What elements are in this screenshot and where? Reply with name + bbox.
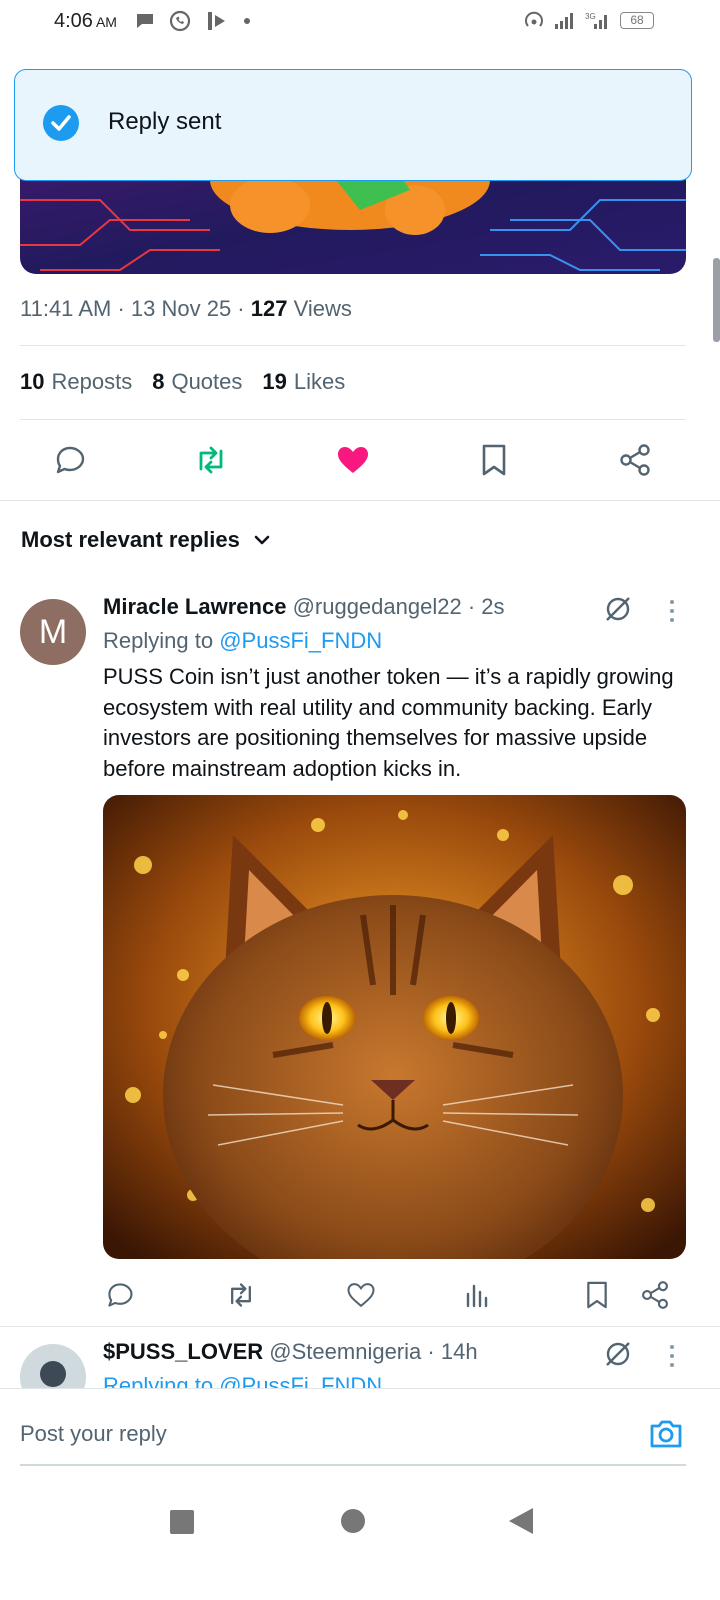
grok-icon[interactable]	[603, 594, 633, 624]
reply-time: 14h	[440, 1339, 478, 1364]
more-options-icon[interactable]	[662, 1342, 682, 1370]
reply-like-button[interactable]	[344, 1278, 378, 1312]
reply-bookmark-button[interactable]	[580, 1278, 614, 1312]
grok-icon[interactable]	[603, 1339, 633, 1369]
hotspot-icon	[525, 11, 543, 27]
chat-notification-icon	[137, 14, 153, 28]
divider	[20, 345, 686, 346]
repost-icon	[231, 1283, 251, 1307]
reply-sent-toast: Reply sent	[14, 69, 692, 181]
reply-views-button[interactable]	[461, 1278, 495, 1312]
views-count: 127	[250, 296, 288, 321]
status-bar: 4:06 AM 3G 68	[0, 0, 720, 44]
input-underline	[20, 1464, 686, 1466]
replies-sort-dropdown[interactable]: Most relevant replies	[21, 527, 272, 553]
reply-button[interactable]	[50, 440, 90, 480]
reply-share-button[interactable]	[638, 1278, 672, 1312]
divider	[0, 1326, 720, 1327]
whatsapp-icon	[169, 10, 191, 32]
reposts-count[interactable]: 10 Reposts	[20, 369, 132, 395]
more-options-icon[interactable]	[662, 597, 682, 625]
divider	[0, 500, 720, 501]
like-button[interactable]	[333, 440, 373, 480]
back-button[interactable]	[507, 1506, 535, 1536]
signal-3g-icon: 3G	[585, 12, 607, 29]
signal-icon	[555, 13, 573, 29]
reply-text: PUSS Coin isn’t just another token — it’…	[103, 664, 674, 781]
share-button[interactable]	[615, 440, 655, 480]
reply-media-image[interactable]	[103, 795, 686, 1259]
like-icon	[338, 447, 368, 473]
divider	[20, 419, 686, 420]
reply-header: Miracle Lawrence @ruggedangel22 · 2s	[103, 594, 505, 619]
likes-count[interactable]: 19 Likes	[262, 369, 345, 395]
system-nav-bar	[0, 1480, 720, 1600]
like-icon	[347, 1283, 375, 1308]
chevron-down-icon	[254, 535, 270, 545]
reply-author-name[interactable]: $PUSS_LOVER	[103, 1339, 263, 1364]
reply-author-handle[interactable]: @Steemnigeria	[269, 1339, 421, 1364]
reply-input[interactable]: Post your reply	[20, 1421, 167, 1447]
views-icon	[466, 1284, 488, 1308]
bookmark-button[interactable]	[474, 440, 514, 480]
svg-text:3G: 3G	[585, 12, 596, 21]
reply-header: $PUSS_LOVER @Steemnigeria · 14h	[103, 1339, 478, 1364]
reply-reply-button[interactable]	[103, 1278, 137, 1312]
reply-icon	[108, 1283, 133, 1307]
media-notification-icon	[208, 12, 225, 30]
battery-indicator: 68	[620, 12, 654, 29]
home-button[interactable]	[339, 1507, 367, 1535]
status-time: 4:06 AM	[54, 10, 117, 32]
reply-author-name[interactable]: Miracle Lawrence	[103, 594, 286, 619]
reply-author-handle[interactable]: @ruggedangel22	[293, 594, 462, 619]
engagement-counts: 10 Reposts 8 Quotes 19 Likes	[20, 369, 345, 395]
avatar[interactable]: M	[20, 599, 86, 665]
reply-repost-button[interactable]	[224, 1278, 258, 1312]
replying-to-link[interactable]: @PussFi_FNDN	[219, 628, 382, 653]
reply-icon	[56, 446, 85, 474]
recents-button[interactable]	[168, 1508, 196, 1536]
tweet-meta: 11:41 AM · 13 Nov 25 · 127 Views	[20, 296, 352, 321]
replying-to: Replying to @PussFi_FNDN	[103, 628, 383, 653]
dot-icon	[244, 18, 250, 24]
tweet-actions	[0, 440, 720, 480]
bookmark-icon	[587, 1281, 607, 1309]
repost-button[interactable]	[191, 440, 231, 480]
bookmark-icon	[482, 444, 506, 476]
repost-icon	[199, 446, 223, 474]
share-icon	[642, 1281, 668, 1309]
check-icon	[43, 105, 79, 141]
toast-text: Reply sent	[108, 108, 222, 135]
share-icon	[620, 444, 650, 476]
reply-time: 2s	[481, 594, 505, 619]
scrollbar[interactable]	[713, 258, 720, 342]
quotes-count[interactable]: 8 Quotes	[152, 369, 242, 395]
camera-icon[interactable]	[648, 1417, 684, 1451]
